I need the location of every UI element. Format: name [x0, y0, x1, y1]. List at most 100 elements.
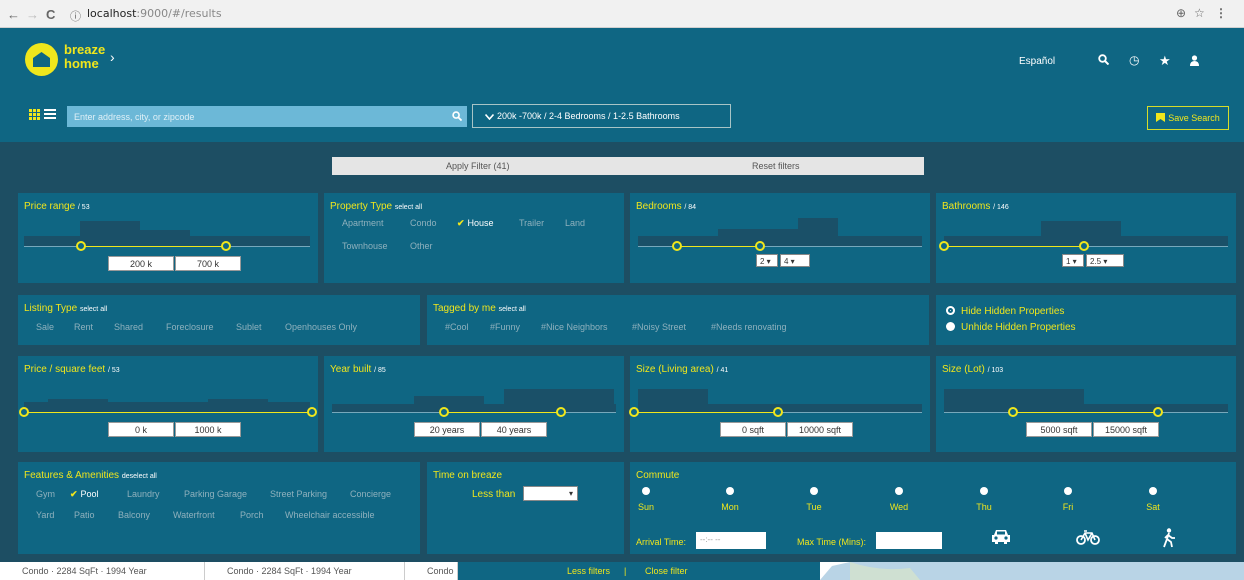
- arrival-time-input[interactable]: --:-- --: [696, 532, 766, 549]
- type-option-apartment[interactable]: Apartment: [342, 218, 384, 228]
- bathrooms-min-handle[interactable]: [939, 241, 949, 251]
- feature-option-porch[interactable]: Porch: [240, 510, 264, 520]
- listing-select-all-link[interactable]: select all: [80, 306, 107, 313]
- price-max-handle[interactable]: [221, 241, 231, 251]
- deselect-all-link[interactable]: deselect all: [122, 473, 157, 480]
- commute-day-sun[interactable]: Sun: [626, 487, 666, 512]
- reset-filters-button[interactable]: Reset filters: [752, 161, 800, 171]
- reload-icon[interactable]: C: [46, 7, 55, 22]
- list-view-icon[interactable]: [44, 109, 56, 120]
- feature-option-laundry[interactable]: Laundry: [127, 489, 160, 499]
- result-card[interactable]: Condo · 2284 SqFt · 1994 Year: [205, 562, 405, 580]
- tag-option-noisy-street[interactable]: #Noisy Street: [632, 322, 686, 332]
- listing-option-shared[interactable]: Shared: [114, 322, 143, 332]
- commute-day-mon[interactable]: Mon: [710, 487, 750, 512]
- feature-option-street-parking[interactable]: Street Parking: [270, 489, 327, 499]
- feature-option-yard[interactable]: Yard: [36, 510, 54, 520]
- size-lot-max-handle[interactable]: [1153, 407, 1163, 417]
- save-search-button[interactable]: Save Search: [1147, 106, 1229, 130]
- language-link[interactable]: Español: [1019, 56, 1055, 67]
- type-option-trailer[interactable]: Trailer: [519, 218, 544, 228]
- bathrooms-min-select[interactable]: 1 ▾: [1062, 254, 1084, 267]
- map-view[interactable]: [820, 562, 1244, 580]
- listing-option-sublet[interactable]: Sublet: [236, 322, 262, 332]
- bedrooms-min-handle[interactable]: [672, 241, 682, 251]
- hide-hidden-radio[interactable]: Hide Hidden Properties: [946, 306, 1064, 317]
- type-option-other[interactable]: Other: [410, 241, 433, 251]
- star-icon[interactable]: ☆: [1194, 6, 1205, 20]
- feature-option-patio[interactable]: Patio: [74, 510, 95, 520]
- address-bar[interactable]: localhost:9000/#/results: [87, 7, 222, 20]
- price-min-handle[interactable]: [76, 241, 86, 251]
- size-living-min-value[interactable]: 0 sqft: [720, 422, 786, 437]
- commute-day-sat[interactable]: Sat: [1133, 487, 1173, 512]
- result-card[interactable]: Condo · 2284 SqFt · 1994 Year: [0, 562, 205, 580]
- site-info-icon[interactable]: ⓘ: [70, 8, 81, 24]
- target-icon[interactable]: ⊕: [1176, 6, 1186, 20]
- forward-icon[interactable]: →: [26, 7, 39, 22]
- tagged-select-all-link[interactable]: select all: [499, 306, 526, 313]
- select-all-link[interactable]: select all: [395, 204, 422, 211]
- feature-option-pool[interactable]: ✔ Pool: [70, 489, 99, 500]
- listing-option-rent[interactable]: Rent: [74, 322, 93, 332]
- tag-option-cool[interactable]: #Cool: [445, 322, 469, 332]
- bathrooms-max-select[interactable]: 2.5 ▾: [1086, 254, 1124, 267]
- type-option-condo[interactable]: Condo: [410, 218, 437, 228]
- year-built-min-handle[interactable]: [439, 407, 449, 417]
- less-filters-link[interactable]: Less filters: [567, 566, 610, 576]
- time-on-select[interactable]: ▾: [523, 486, 578, 501]
- apply-filter-button[interactable]: Apply Filter (41): [446, 161, 510, 171]
- size-lot-max-value[interactable]: 15000 sqft: [1093, 422, 1159, 437]
- feature-option-wheelchair[interactable]: Wheelchair accessible: [285, 510, 375, 520]
- type-option-house[interactable]: ✔ House: [457, 218, 494, 229]
- feature-option-concierge[interactable]: Concierge: [350, 489, 391, 499]
- year-built-min-value[interactable]: 20 years: [414, 422, 480, 437]
- feature-option-waterfront[interactable]: Waterfront: [173, 510, 215, 520]
- feature-option-balcony[interactable]: Balcony: [118, 510, 150, 520]
- bike-icon[interactable]: [1076, 530, 1100, 551]
- menu-icon[interactable]: ⋮: [1215, 6, 1227, 20]
- car-icon[interactable]: [990, 528, 1012, 551]
- max-time-input[interactable]: [876, 532, 942, 549]
- commute-day-tue[interactable]: Tue: [794, 487, 834, 512]
- commute-day-fri[interactable]: Fri: [1048, 487, 1088, 512]
- commute-day-wed[interactable]: Wed: [879, 487, 919, 512]
- price-min-value[interactable]: 200 k: [108, 256, 174, 271]
- logo-text[interactable]: breaze home: [64, 43, 105, 71]
- commute-day-thu[interactable]: Thu: [964, 487, 1004, 512]
- type-option-land[interactable]: Land: [565, 218, 585, 228]
- search-icon[interactable]: [1098, 54, 1110, 68]
- bathrooms-max-handle[interactable]: [1079, 241, 1089, 251]
- result-card[interactable]: Condo ·: [405, 562, 458, 580]
- listing-option-openhouses[interactable]: Openhouses Only: [285, 322, 357, 332]
- listing-option-sale[interactable]: Sale: [36, 322, 54, 332]
- tag-option-nice-neighbors[interactable]: #Nice Neighbors: [541, 322, 608, 332]
- history-icon[interactable]: ◷: [1129, 53, 1139, 67]
- size-lot-min-handle[interactable]: [1008, 407, 1018, 417]
- year-built-max-value[interactable]: 40 years: [481, 422, 547, 437]
- price-sqft-max-handle[interactable]: [307, 407, 317, 417]
- unhide-hidden-radio[interactable]: Unhide Hidden Properties: [946, 322, 1076, 333]
- type-option-townhouse[interactable]: Townhouse: [342, 241, 388, 251]
- bedrooms-max-handle[interactable]: [755, 241, 765, 251]
- bedrooms-min-select[interactable]: 2 ▾: [756, 254, 778, 267]
- filter-summary-toggle[interactable]: 200k -700k / 2-4 Bedrooms / 1-2.5 Bathro…: [472, 104, 731, 128]
- search-input[interactable]: [67, 106, 446, 127]
- size-living-max-value[interactable]: 10000 sqft: [787, 422, 853, 437]
- tag-option-needs-renovating[interactable]: #Needs renovating: [711, 322, 787, 332]
- feature-option-gym[interactable]: Gym: [36, 489, 55, 499]
- walk-icon[interactable]: [1162, 528, 1176, 553]
- price-sqft-max-value[interactable]: 1000 k: [175, 422, 241, 437]
- close-filter-link[interactable]: Close filter: [645, 566, 688, 576]
- listing-option-foreclosure[interactable]: Foreclosure: [166, 322, 214, 332]
- grid-view-icon[interactable]: [29, 109, 40, 120]
- size-living-max-handle[interactable]: [773, 407, 783, 417]
- back-icon[interactable]: ←: [7, 7, 20, 22]
- search-button[interactable]: [446, 106, 467, 127]
- user-icon[interactable]: [1189, 54, 1200, 69]
- price-max-value[interactable]: 700 k: [175, 256, 241, 271]
- bedrooms-max-select[interactable]: 4 ▾: [780, 254, 810, 267]
- favorites-star-icon[interactable]: ★: [1159, 53, 1171, 69]
- feature-option-parking-garage[interactable]: Parking Garage: [184, 489, 247, 499]
- price-sqft-min-handle[interactable]: [19, 407, 29, 417]
